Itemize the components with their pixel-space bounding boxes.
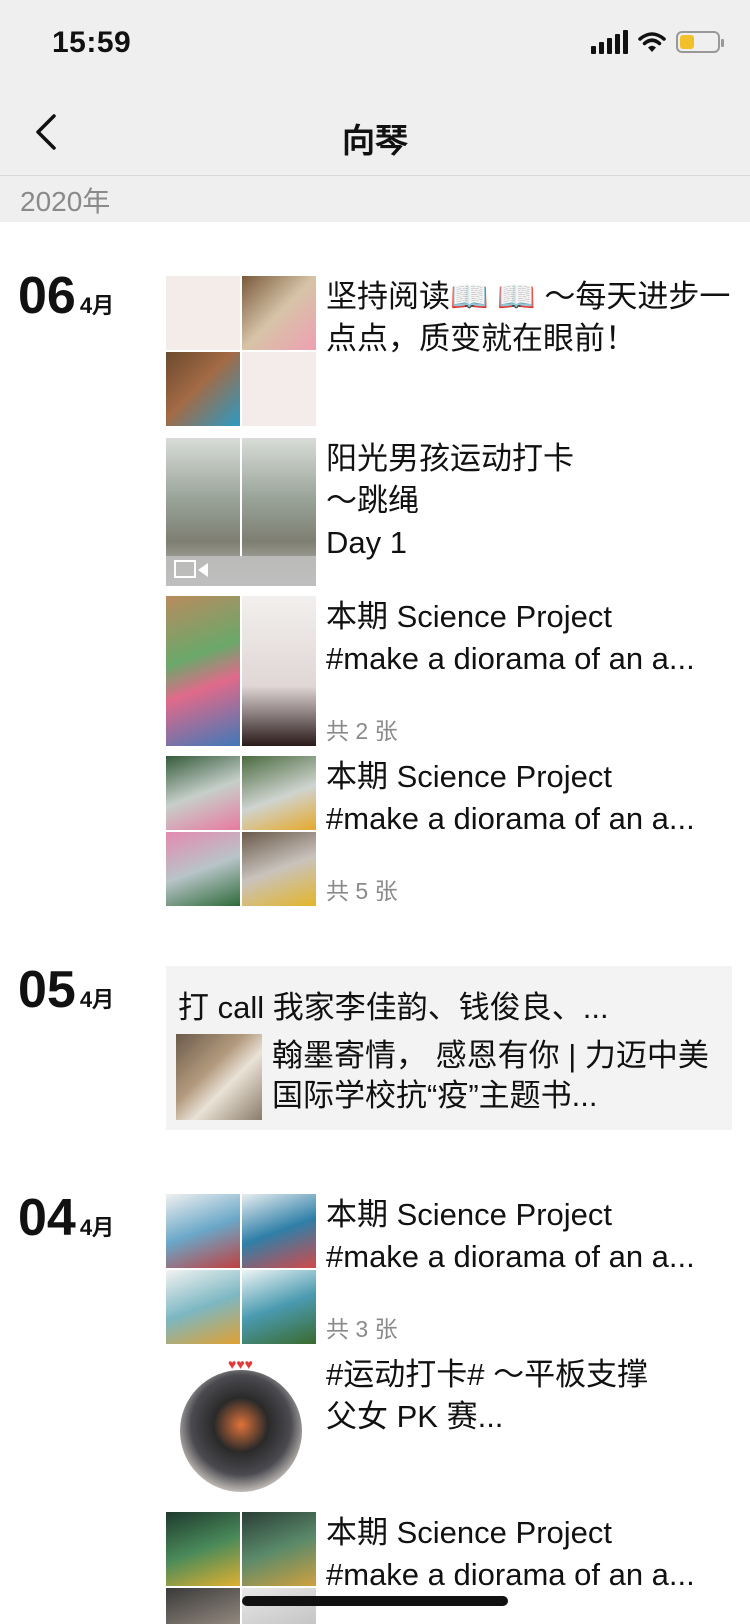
year-header: 2020年: [0, 176, 750, 222]
moment-post[interactable]: ♥♥♥ #运动打卡# ～平板支撑 父女 PK 赛...: [166, 1354, 734, 1504]
moment-post[interactable]: 坚持阅读📖 📖 ～每天进步一点点，质变就在眼前！: [166, 276, 734, 426]
post-text-line: 本期 Science Project: [326, 599, 612, 634]
date-label: 06 4月: [18, 270, 114, 322]
post-text-line: 本期 Science Project: [326, 759, 612, 794]
post-text-line: #make a diorama of an a...: [326, 1557, 695, 1592]
shared-article-title: 打 call 我家李佳韵、钱俊良、...: [178, 990, 609, 1025]
post-photo: [242, 832, 316, 906]
date-day: 06: [18, 267, 76, 325]
post-text-line: #运动打卡# ～平板支撑: [326, 1357, 649, 1392]
post-text-line: ～跳绳: [326, 483, 419, 518]
shared-article-text: 翰墨寄情， 感恩有你 | 力迈中美国际学校抗“疫”主题书...: [272, 1038, 709, 1113]
moment-post[interactable]: 本期 Science Project #make a diorama of an…: [166, 596, 734, 746]
post-thumbnail-grid: [166, 1512, 316, 1624]
date-month: 4月: [79, 1215, 115, 1240]
moment-post[interactable]: 本期 Science Project #make a diorama of an…: [166, 1194, 734, 1344]
date-month: 4月: [79, 293, 115, 318]
post-thumbnail-grid: [166, 276, 316, 426]
post-text-line: 本期 Science Project: [326, 1515, 612, 1550]
post-text: 本期 Science Project #make a diorama of an…: [326, 756, 736, 840]
post-thumbnail: ♥♥♥: [166, 1354, 316, 1504]
photo-count: 共 3 张: [326, 1316, 398, 1342]
post-text: 本期 Science Project #make a diorama of an…: [326, 1194, 736, 1278]
post-photo: [242, 1588, 316, 1624]
post-photo: [242, 1270, 316, 1344]
moment-post[interactable]: 本期 Science Project #make a diorama of an…: [166, 1512, 734, 1624]
navigation-bar: 向琴: [0, 88, 750, 176]
post-text: 阳光男孩运动打卡 ～跳绳 Day 1: [326, 438, 736, 564]
year-label: 2020年: [20, 186, 111, 217]
post-text-line: 阳光男孩运动打卡: [326, 441, 574, 476]
post-thumbnail-grid: [166, 1194, 316, 1344]
date-month: 4月: [79, 987, 115, 1012]
post-text-line: 父女 PK 赛...: [326, 1399, 504, 1434]
post-text: #运动打卡# ～平板支撑 父女 PK 赛...: [326, 1354, 736, 1438]
post-text-line: #make a diorama of an a...: [326, 801, 695, 836]
moment-post[interactable]: 本期 Science Project #make a diorama of an…: [166, 756, 734, 906]
post-text: 本期 Science Project #make a diorama of an…: [326, 1512, 734, 1596]
post-photo: [242, 1512, 316, 1586]
post-photo: [166, 1588, 240, 1624]
date-day: 04: [18, 1189, 76, 1247]
shared-article[interactable]: 打 call 我家李佳韵、钱俊良、... 翰墨寄情， 感恩有你 | 力迈中美国际…: [166, 966, 732, 1130]
status-bar: 15:59: [0, 0, 750, 88]
post-text-line: #make a diorama of an a...: [326, 641, 695, 676]
status-time: 15:59: [52, 26, 132, 59]
post-thumbnail-grid: [166, 596, 316, 746]
post-photo: [166, 832, 240, 906]
post-text: 本期 Science Project #make a diorama of an…: [326, 596, 736, 680]
post-photo: [166, 1512, 240, 1586]
shared-article-thumbnail: [176, 1034, 262, 1120]
status-icons: [591, 30, 724, 54]
post-photo: [242, 276, 316, 350]
date-label: 05 4月: [18, 964, 114, 1016]
post-thumbnail-grid: [166, 756, 316, 906]
post-photo: [166, 756, 240, 830]
cellular-signal-icon: [591, 30, 628, 54]
video-icon: [174, 560, 208, 578]
post-photo: [166, 1194, 240, 1268]
post-photo: [166, 276, 240, 350]
post-text-line: #make a diorama of an a...: [326, 1239, 695, 1274]
date-label: 04 4月: [18, 1192, 114, 1244]
wifi-icon: [638, 31, 666, 53]
post-photo: [166, 596, 240, 746]
moment-post[interactable]: 阳光男孩运动打卡 ～跳绳 Day 1: [166, 438, 734, 586]
home-indicator[interactable]: [242, 1596, 508, 1606]
post-photo: [242, 596, 316, 746]
post-video-thumbnail: [166, 438, 316, 586]
post-photo: [242, 352, 316, 426]
battery-icon: [676, 31, 724, 53]
post-photo: [242, 756, 316, 830]
photo-count: 共 5 张: [326, 878, 398, 904]
page-title: 向琴: [342, 122, 408, 159]
post-text-line: 本期 Science Project: [326, 1197, 612, 1232]
post-photo: [242, 1194, 316, 1268]
photo-count: 共 2 张: [326, 718, 398, 744]
post-text: 坚持阅读📖 📖 ～每天进步一点点，质变就在眼前！: [326, 279, 731, 356]
post-text-line: Day 1: [326, 525, 407, 560]
post-photo: [166, 1270, 240, 1344]
post-photo: [166, 352, 240, 426]
date-day: 05: [18, 961, 76, 1019]
